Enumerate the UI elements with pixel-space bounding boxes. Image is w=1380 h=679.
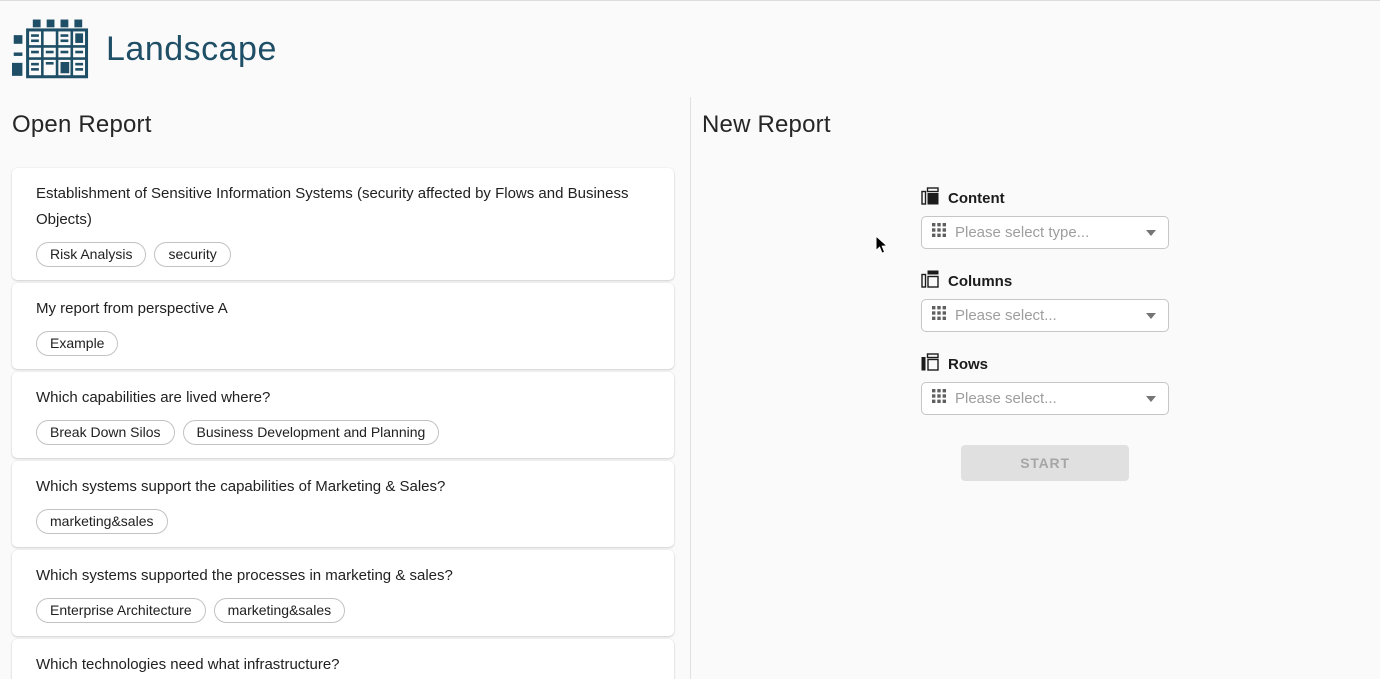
report-tags: Break Down Silos Business Development and… <box>36 420 650 445</box>
columns-select[interactable]: Please select... <box>921 299 1169 332</box>
report-tag-chip: security <box>154 242 230 267</box>
report-title: Establishment of Sensitive Information S… <box>36 181 650 233</box>
new-report-heading: New Report <box>702 111 1380 139</box>
report-tag-chip: marketing&sales <box>214 598 346 623</box>
columns-field-group: Columns Please select... <box>921 270 1169 332</box>
columns-label-row: Columns <box>921 270 1169 292</box>
report-tag-chip: Enterprise Architecture <box>36 598 206 623</box>
rows-field-group: Rows Please select... <box>921 353 1169 415</box>
rows-label-row: Rows <box>921 353 1169 375</box>
grid-icon <box>932 389 946 408</box>
report-tag-chip: Risk Analysis <box>36 242 146 267</box>
grid-icon <box>932 306 946 325</box>
report-card[interactable]: Which systems support the capabilities o… <box>12 461 674 547</box>
report-tags: Example <box>36 331 650 356</box>
landscape-logo-icon <box>12 17 90 81</box>
report-title: Which systems support the capabilities o… <box>36 474 650 500</box>
content-field-group: Content Please select type... <box>921 187 1169 249</box>
report-tag-chip: Business Development and Planning <box>183 420 440 445</box>
report-card[interactable]: Which technologies need what infrastruct… <box>12 639 674 679</box>
table-columns-icon <box>921 270 939 292</box>
grid-icon <box>932 223 946 242</box>
app-header: Landscape <box>0 1 1380 97</box>
report-title: Which technologies need what infrastruct… <box>36 652 650 678</box>
report-title: Which systems supported the processes in… <box>36 563 650 589</box>
report-card[interactable]: Which systems supported the processes in… <box>12 550 674 636</box>
report-card[interactable]: My report from perspective A Example <box>12 283 674 369</box>
rows-label: Rows <box>948 356 988 373</box>
table-rows-icon <box>921 353 939 375</box>
report-card[interactable]: Establishment of Sensitive Information S… <box>12 168 674 280</box>
chevron-down-icon <box>1146 230 1156 236</box>
report-title: Which capabilities are lived where? <box>36 385 650 411</box>
report-tag-chip: marketing&sales <box>36 509 168 534</box>
rows-select-placeholder: Please select... <box>955 390 1137 407</box>
open-report-heading: Open Report <box>12 111 674 139</box>
report-list: Establishment of Sensitive Information S… <box>12 168 674 679</box>
report-tags: Enterprise Architecture marketing&sales <box>36 598 650 623</box>
app-title: Landscape <box>106 30 277 69</box>
content-select[interactable]: Please select type... <box>921 216 1169 249</box>
table-content-icon <box>921 187 939 209</box>
report-tag-chip: Example <box>36 331 118 356</box>
main-content: Open Report Establishment of Sensitive I… <box>0 97 1380 679</box>
columns-select-placeholder: Please select... <box>955 307 1137 324</box>
report-card[interactable]: Which capabilities are lived where? Brea… <box>12 372 674 458</box>
content-select-placeholder: Please select type... <box>955 224 1137 241</box>
chevron-down-icon <box>1146 396 1156 402</box>
start-button[interactable]: START <box>961 445 1129 481</box>
rows-select[interactable]: Please select... <box>921 382 1169 415</box>
open-report-pane: Open Report Establishment of Sensitive I… <box>0 97 690 679</box>
new-report-form: Content Please select type... <box>921 187 1169 481</box>
report-tags: Risk Analysis security <box>36 242 650 267</box>
columns-label: Columns <box>948 273 1012 290</box>
report-title: My report from perspective A <box>36 296 650 322</box>
report-tag-chip: Break Down Silos <box>36 420 175 445</box>
content-label: Content <box>948 190 1005 207</box>
chevron-down-icon <box>1146 313 1156 319</box>
report-tags: marketing&sales <box>36 509 650 534</box>
new-report-pane: New Report Content <box>690 97 1380 679</box>
content-label-row: Content <box>921 187 1169 209</box>
